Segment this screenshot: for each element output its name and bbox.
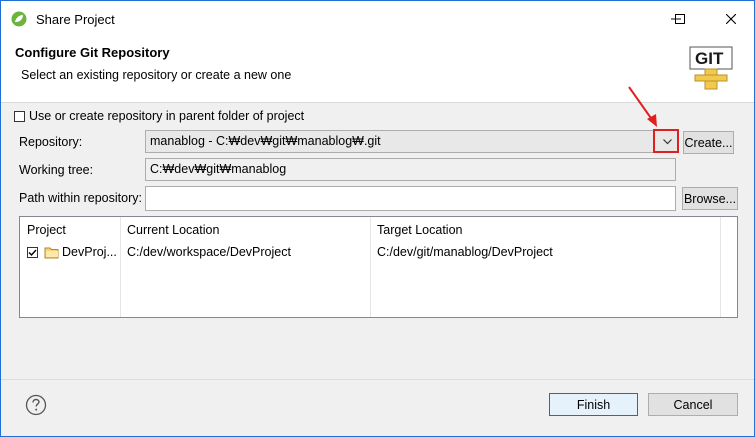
column-divider <box>370 217 371 317</box>
git-logo-text: GIT <box>695 49 724 68</box>
repository-label: Repository: <box>19 135 83 149</box>
use-parent-option[interactable]: Use or create repository in parent folde… <box>14 109 304 123</box>
use-parent-label: Use or create repository in parent folde… <box>29 109 305 123</box>
project-folder-icon <box>44 247 59 259</box>
footer-divider <box>1 379 754 380</box>
column-divider <box>120 217 121 317</box>
project-name: DevProj... <box>62 245 117 259</box>
repository-value: manablog - C:₩dev₩git₩manablog₩.git <box>150 134 381 148</box>
path-input[interactable] <box>145 186 676 211</box>
browse-button[interactable]: Browse... <box>682 187 738 210</box>
cancel-button[interactable]: Cancel <box>648 393 738 416</box>
working-tree-label: Working tree: <box>19 163 94 177</box>
git-logo-icon: GIT <box>689 46 733 90</box>
project-row-checkbox[interactable] <box>27 247 38 258</box>
checkmark-icon <box>28 249 37 257</box>
current-location: C:/dev/workspace/DevProject <box>127 245 291 259</box>
repository-combo[interactable]: manablog - C:₩dev₩git₩manablog₩.git <box>145 130 679 153</box>
page-title: Configure Git Repository <box>15 45 170 60</box>
maximize-button[interactable] <box>657 1 703 37</box>
project-table: Project Current Location Target Location… <box>19 216 738 318</box>
page-description: Select an existing repository or create … <box>21 68 292 82</box>
create-button[interactable]: Create... <box>683 131 734 154</box>
title-bar: Share Project <box>1 1 754 37</box>
column-header-target-location[interactable]: Target Location <box>377 223 462 237</box>
window-title: Share Project <box>36 12 115 27</box>
finish-button[interactable]: Finish <box>549 393 638 416</box>
maximize-icon <box>675 14 685 24</box>
column-divider <box>720 217 721 317</box>
close-icon <box>726 14 736 24</box>
share-project-dialog: Share Project Configure Git Repository S… <box>0 0 755 437</box>
use-parent-checkbox[interactable] <box>14 110 25 122</box>
spring-leaf-icon <box>11 11 27 27</box>
help-icon[interactable] <box>25 394 47 416</box>
column-header-current-location[interactable]: Current Location <box>127 223 219 237</box>
highlight-box <box>653 129 679 153</box>
target-location: C:/dev/git/manablog/DevProject <box>377 245 553 259</box>
column-header-project[interactable]: Project <box>27 223 66 237</box>
close-button[interactable] <box>708 1 754 37</box>
working-tree-field: C:₩dev₩git₩manablog <box>145 158 676 181</box>
working-tree-value: C:₩dev₩git₩manablog <box>150 162 287 176</box>
annotation-arrow-icon <box>628 86 657 127</box>
path-label: Path within repository: <box>19 191 142 205</box>
